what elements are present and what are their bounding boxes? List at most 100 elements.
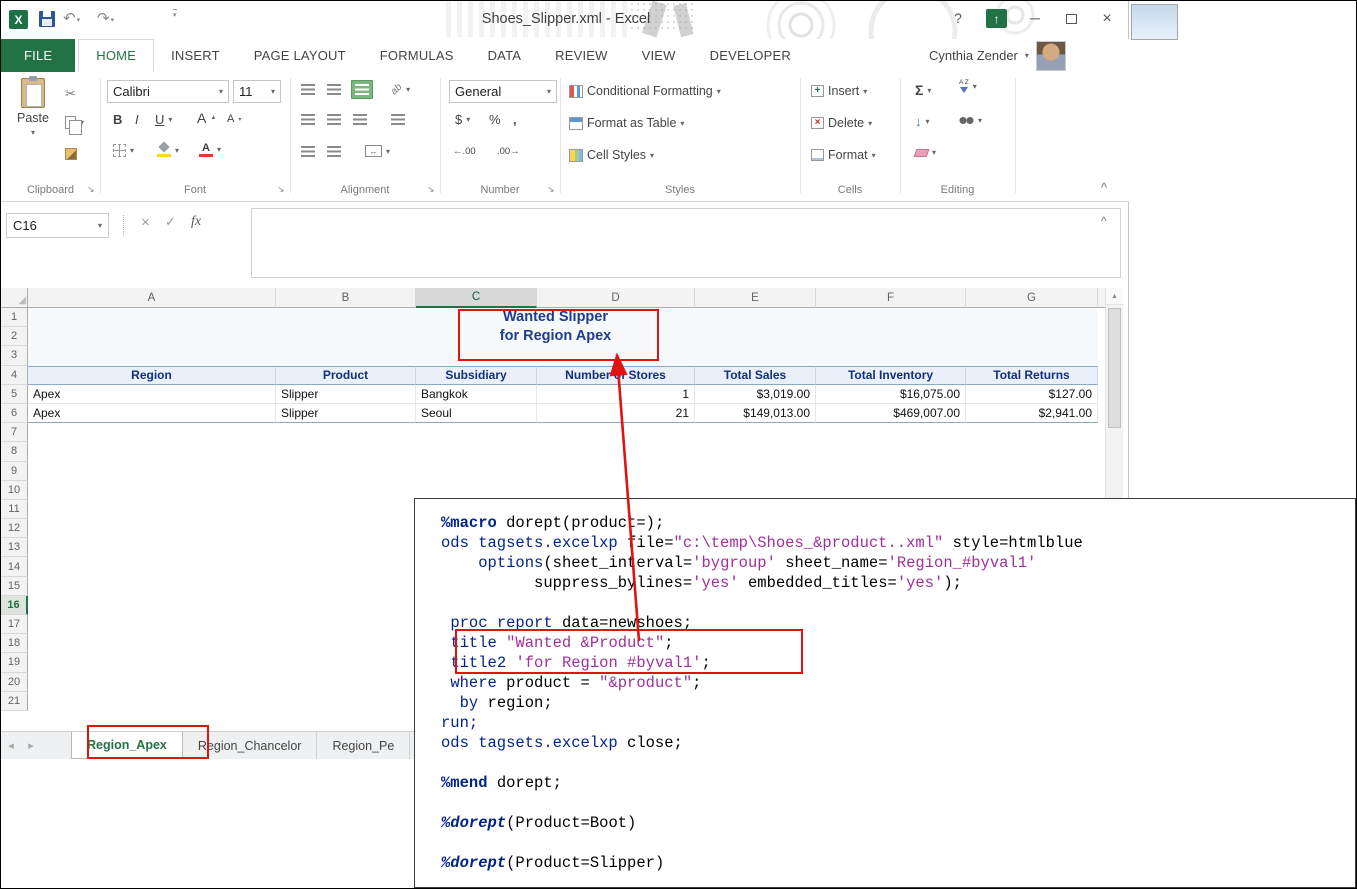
close-button[interactable]: × (1093, 10, 1121, 28)
fill-button[interactable]: ↓▾ (915, 114, 930, 129)
row-header-14[interactable]: 14 (1, 557, 28, 576)
outer-scrollbar-thumb[interactable] (1131, 4, 1178, 40)
row-header-5[interactable]: 5 (1, 385, 28, 404)
formula-bar-collapse-button[interactable]: ^ (1101, 214, 1107, 228)
insert-function-button[interactable]: fx (191, 214, 201, 230)
paste-button[interactable]: Paste ▾ (9, 78, 57, 137)
decrease-decimal-button[interactable]: .00→ (497, 146, 520, 157)
font-name-combobox[interactable]: Calibri▾ (107, 80, 229, 103)
table-header-cell[interactable]: Product (276, 366, 416, 385)
copy-button[interactable]: ▾ (65, 116, 84, 129)
italic-button[interactable]: I (135, 112, 139, 127)
bold-button[interactable]: B (113, 112, 122, 127)
cell[interactable]: Apex (28, 385, 276, 404)
ribbon-tab-formulas[interactable]: FORMULAS (363, 39, 471, 72)
ribbon-tab-file[interactable]: FILE (1, 39, 75, 72)
increase-indent-button[interactable] (327, 146, 341, 157)
row-header-12[interactable]: 12 (1, 519, 28, 538)
row-header-4[interactable]: 4 (1, 366, 28, 385)
redo-button[interactable]: ↷▾ (97, 9, 114, 27)
sheet-nav-right-icon[interactable]: ▸ (21, 732, 41, 759)
column-header-G[interactable]: G (966, 288, 1098, 308)
cell[interactable]: Seoul (416, 404, 537, 423)
autosum-button[interactable]: Σ▾ (915, 82, 931, 98)
scroll-up-button[interactable]: ▲ (1106, 288, 1123, 305)
ribbon-tab-review[interactable]: REVIEW (538, 39, 624, 72)
row-header-20[interactable]: 20 (1, 673, 28, 692)
number-dialog-launcher[interactable]: ↘ (547, 185, 555, 194)
row-header-21[interactable]: 21 (1, 692, 28, 711)
table-header-cell[interactable]: Total Returns (966, 366, 1098, 385)
number-format-combobox[interactable]: General▾ (449, 80, 557, 103)
column-header-D[interactable]: D (537, 288, 695, 308)
row-header-6[interactable]: 6 (1, 404, 28, 423)
fill-color-button[interactable]: ▾ (157, 143, 179, 157)
bottom-align-button[interactable] (351, 80, 373, 99)
font-size-combobox[interactable]: 11▾ (233, 80, 281, 103)
table-header-cell[interactable]: Subsidiary (416, 366, 537, 385)
find-select-button[interactable]: ▾ (959, 116, 982, 125)
column-header-B[interactable]: B (276, 288, 416, 308)
enter-entry-button[interactable]: ✓ (165, 214, 176, 230)
accounting-format-button[interactable]: $▾ (455, 112, 470, 127)
ribbon-tab-data[interactable]: DATA (471, 39, 539, 72)
row-header-9[interactable]: 9 (1, 462, 28, 481)
cell[interactable]: 21 (537, 404, 695, 423)
align-center-button[interactable] (327, 114, 341, 125)
row-header-16[interactable]: 16 (1, 596, 28, 615)
sort-filter-button[interactable]: A Z▾ (959, 80, 977, 93)
row-header-13[interactable]: 13 (1, 538, 28, 557)
column-header-E[interactable]: E (695, 288, 816, 308)
comma-style-button[interactable]: , (513, 112, 517, 127)
clear-button[interactable]: ▾ (915, 148, 936, 157)
qat-customize-button[interactable]: ▾ (173, 9, 177, 22)
insert-cells-button[interactable]: +Insert▾ (811, 84, 867, 98)
align-right-button[interactable] (353, 114, 367, 125)
user-avatar[interactable] (1036, 41, 1066, 71)
percent-style-button[interactable]: % (489, 112, 501, 127)
cut-button[interactable]: ✂ (65, 86, 76, 102)
delete-cells-button[interactable]: ×Delete▾ (811, 116, 872, 130)
cell[interactable]: Slipper (276, 404, 416, 423)
column-header-C[interactable]: C (416, 288, 537, 308)
font-dialog-launcher[interactable]: ↘ (277, 185, 285, 194)
maximize-button[interactable] (1057, 11, 1085, 27)
merge-center-button[interactable]: ↔▾ (365, 145, 390, 157)
ribbon-tab-insert[interactable]: INSERT (154, 39, 237, 72)
alignment-dialog-launcher[interactable]: ↘ (427, 185, 435, 194)
name-box[interactable]: C16▾ (6, 213, 109, 238)
conditional-formatting-button[interactable]: Conditional Formatting▾ (569, 84, 721, 98)
scrollbar-thumb[interactable] (1108, 308, 1121, 428)
collapse-ribbon-button[interactable]: ^ (1101, 180, 1107, 195)
cell[interactable]: Slipper (276, 385, 416, 404)
cell[interactable]: $469,007.00 (816, 404, 966, 423)
font-color-button[interactable]: A▾ (199, 142, 221, 157)
increase-font-button[interactable]: A▲ (197, 110, 216, 126)
table-header-cell[interactable]: Total Inventory (816, 366, 966, 385)
sheet-tab-region_pe[interactable]: Region_Pe (317, 732, 410, 759)
ribbon-tab-developer[interactable]: DEVELOPER (693, 39, 808, 72)
orientation-button[interactable]: ab▾ (391, 84, 410, 95)
format-as-table-button[interactable]: Format as Table▾ (569, 116, 684, 130)
column-header-A[interactable]: A (28, 288, 276, 308)
ribbon-tab-view[interactable]: VIEW (625, 39, 693, 72)
cell[interactable]: Bangkok (416, 385, 537, 404)
decrease-indent-button[interactable] (301, 146, 315, 157)
undo-button[interactable]: ↶▾ (63, 9, 80, 27)
cell-styles-button[interactable]: Cell Styles▾ (569, 148, 654, 162)
cell[interactable]: $2,941.00 (966, 404, 1098, 423)
format-painter-button[interactable] (65, 148, 77, 160)
help-button[interactable]: ? (944, 10, 972, 26)
row-header-18[interactable]: 18 (1, 634, 28, 653)
table-header-cell[interactable]: Number of Stores (537, 366, 695, 385)
table-header-cell[interactable]: Region (28, 366, 276, 385)
cell[interactable]: $16,075.00 (816, 385, 966, 404)
top-align-button[interactable] (301, 84, 315, 95)
row-header-2[interactable]: 2 (1, 327, 28, 346)
cell[interactable]: $149,013.00 (695, 404, 816, 423)
row-header-10[interactable]: 10 (1, 481, 28, 500)
align-left-button[interactable] (301, 114, 315, 125)
row-header-8[interactable]: 8 (1, 442, 28, 461)
cancel-entry-button[interactable]: × (141, 214, 150, 231)
borders-button[interactable]: ▾ (113, 144, 134, 157)
